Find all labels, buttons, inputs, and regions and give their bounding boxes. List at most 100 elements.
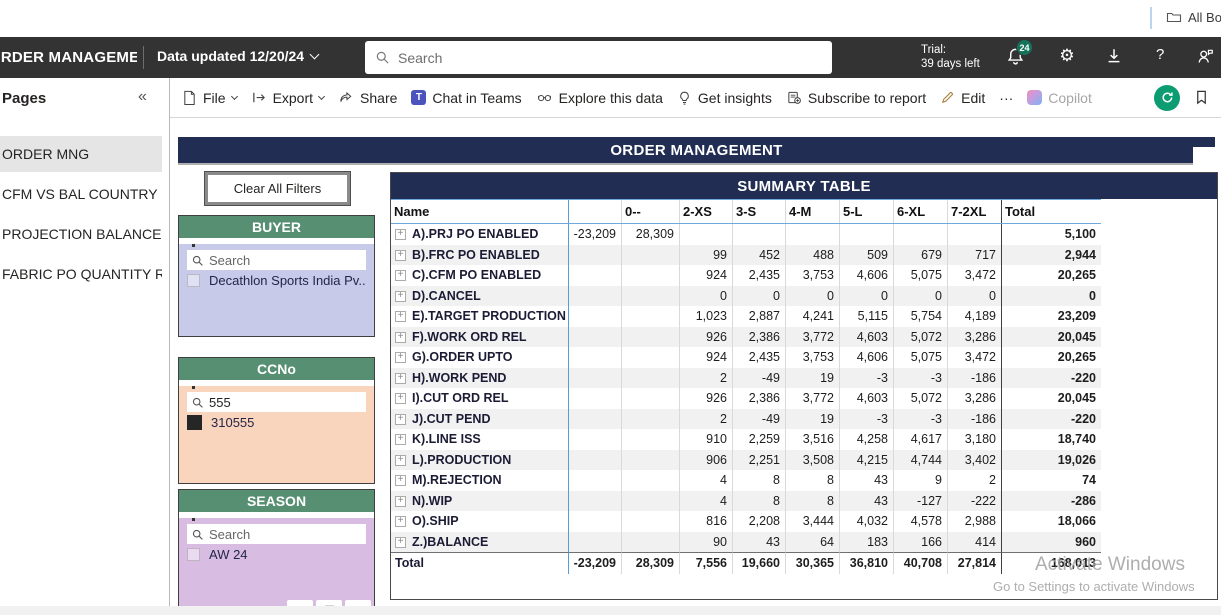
notifications-count-badge[interactable]: 24 — [1016, 39, 1033, 56]
slicer-item[interactable]: Decathlon Sports India Pv... — [187, 273, 366, 288]
chevron-down-icon[interactable] — [310, 50, 320, 60]
toolbar-chat-in-teams-label: Chat in Teams — [432, 90, 521, 106]
row-label: D).CANCEL — [412, 286, 481, 305]
expand-row-icon[interactable] — [395, 332, 406, 343]
column-header-Total[interactable]: Total — [1001, 200, 1101, 223]
table-cell: 7,556 — [679, 552, 732, 574]
row-label: K).LINE ISS — [412, 429, 481, 448]
table-cell — [785, 224, 839, 245]
column-header-3-S[interactable]: 3-S — [732, 200, 785, 223]
toolbar-copilot[interactable]: Copilot — [1027, 90, 1092, 106]
toolbar-get-insights[interactable]: Get insights — [677, 90, 772, 106]
table-cell: 4 — [679, 491, 732, 512]
subscribe-icon — [786, 90, 802, 105]
search-icon — [191, 528, 204, 541]
slicer-search-input[interactable] — [209, 395, 362, 410]
data-updated-label[interactable]: Data updated 12/20/24 — [157, 48, 304, 64]
expand-row-icon[interactable] — [395, 455, 406, 466]
toolbar-edit[interactable]: Edit — [940, 90, 985, 106]
toolbar-copilot-label: Copilot — [1048, 90, 1092, 106]
unchecked-checkbox-icon[interactable] — [187, 548, 200, 561]
feedback-person-icon[interactable] — [1196, 47, 1215, 66]
toolbar-explore-this-data[interactable]: Explore this data — [536, 90, 663, 106]
table-cell: 4,189 — [947, 306, 1001, 327]
table-cell: 2,435 — [732, 265, 785, 286]
column-header-Name[interactable]: Name — [391, 200, 568, 223]
download-icon[interactable] — [1105, 47, 1123, 65]
slicer-search-box[interactable] — [187, 250, 366, 270]
table-cell: 2,251 — [732, 450, 785, 471]
slicer-search-input[interactable] — [209, 253, 362, 268]
sidebar-item-0[interactable]: ORDER MNG — [0, 136, 162, 172]
file-icon — [182, 90, 197, 105]
top-app-bar: ORDER MANAGEMENT Data updated 12/20/24 T… — [0, 37, 1221, 78]
table-cell: 4,603 — [839, 388, 893, 409]
expand-row-icon[interactable] — [395, 414, 406, 425]
expand-row-icon[interactable] — [395, 537, 406, 548]
collapse-sidebar-icon[interactable]: « — [138, 88, 147, 106]
bottom-scroll-strip[interactable] — [0, 606, 1221, 615]
toolbar-subscribe-to-report[interactable]: Subscribe to report — [786, 90, 926, 106]
slicer-search-box[interactable] — [187, 392, 366, 412]
column-header-7-2XL[interactable]: 7-2XL — [947, 200, 1001, 223]
slicer-search-input[interactable] — [209, 527, 362, 542]
row-name-cell: H).WORK PEND — [391, 368, 568, 389]
sidebar-item-1[interactable]: CFM VS BAL COUNTRY ... — [0, 176, 162, 212]
column-header-6-XL[interactable]: 6-XL — [893, 200, 947, 223]
collection-label[interactable]: All Bo — [1188, 10, 1221, 25]
help-icon[interactable]: ? — [1156, 46, 1164, 63]
refresh-button[interactable] — [1154, 85, 1180, 111]
checked-checkbox-icon[interactable] — [187, 415, 202, 430]
expand-row-icon[interactable] — [395, 475, 406, 486]
slicer-search-box[interactable] — [187, 524, 366, 544]
table-cell: 0 — [785, 286, 839, 307]
expand-row-icon[interactable] — [395, 373, 406, 384]
table-header-row: Name 0--2-XS3-S4-M5-L6-XL7-2XLTotal — [391, 199, 1101, 224]
expand-row-icon[interactable] — [395, 291, 406, 302]
toolbar-more-options[interactable]: ··· — [999, 90, 1013, 106]
search-input[interactable] — [398, 50, 822, 66]
column-header-0--[interactable]: 0-- — [621, 200, 679, 223]
table-cell: 90 — [679, 532, 732, 553]
row-name-cell: E).TARGET PRODUCTION — [391, 306, 568, 327]
table-cell: 8 — [785, 470, 839, 491]
expand-row-icon[interactable] — [395, 496, 406, 507]
row-name-cell: I).CUT ORD REL — [391, 388, 568, 409]
table-cell: 5,075 — [893, 265, 947, 286]
toolbar-get-insights-label: Get insights — [698, 90, 772, 106]
sidebar-item-3[interactable]: FABRIC PO QUANTITY R... — [0, 256, 162, 292]
global-search-box[interactable] — [365, 41, 832, 74]
expand-row-icon[interactable] — [395, 311, 406, 322]
clear-all-filters-button[interactable]: Clear All Filters — [205, 172, 350, 205]
bookmark-icon[interactable] — [1194, 89, 1209, 106]
expand-row-icon[interactable] — [395, 516, 406, 527]
toolbar-chat-in-teams[interactable]: Chat in Teams — [411, 90, 521, 106]
settings-gear-icon[interactable] — [1057, 45, 1077, 67]
slicer-item[interactable]: 310555 — [187, 415, 366, 430]
expand-row-icon[interactable] — [395, 250, 406, 261]
table-cell: 960 — [1001, 532, 1101, 553]
column-header-2-XS[interactable]: 2-XS — [679, 200, 732, 223]
slicer-item[interactable]: AW 24 — [187, 547, 366, 562]
expand-row-icon[interactable] — [395, 434, 406, 445]
chevron-down-icon — [231, 93, 238, 100]
column-header-5-L[interactable]: 5-L — [839, 200, 893, 223]
row-name-cell: B).FRC PO ENABLED — [391, 245, 568, 266]
unchecked-checkbox-icon[interactable] — [187, 274, 200, 287]
expand-row-icon[interactable] — [395, 229, 406, 240]
sidebar-item-label: PROJECTION BALANCE ... — [2, 226, 162, 242]
table-cell: 0 — [947, 286, 1001, 307]
toolbar-export[interactable]: Export — [251, 90, 324, 106]
column-header-4-M[interactable]: 4-M — [785, 200, 839, 223]
report-canvas: ORDER MANAGEMENT Clear All Filters BUYER… — [170, 118, 1221, 615]
column-header-blank[interactable] — [568, 200, 621, 223]
toolbar-share[interactable]: Share — [338, 90, 397, 106]
expand-row-icon[interactable] — [395, 393, 406, 404]
sidebar-item-2[interactable]: PROJECTION BALANCE ... — [0, 216, 162, 252]
table-cell: 43 — [732, 532, 785, 553]
toolbar-file[interactable]: File — [182, 90, 237, 106]
slicer-body: Decathlon Sports India Pv... — [179, 244, 374, 336]
table-cell: 3,753 — [785, 265, 839, 286]
expand-row-icon[interactable] — [395, 270, 406, 281]
expand-row-icon[interactable] — [395, 352, 406, 363]
